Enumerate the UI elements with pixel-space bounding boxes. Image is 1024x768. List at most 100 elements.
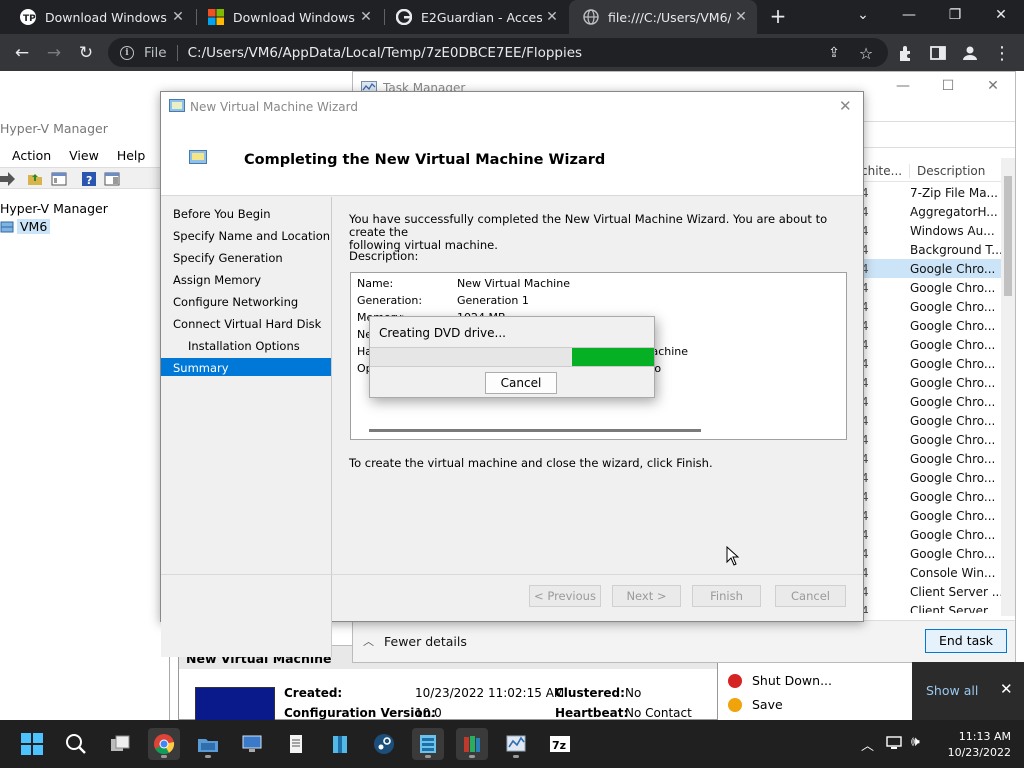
menu-view[interactable]: View bbox=[69, 148, 99, 163]
process-list-scrollbar[interactable] bbox=[1001, 158, 1015, 616]
process-row[interactable]: 4 Google Chro... bbox=[861, 259, 1001, 278]
close-tab-icon[interactable]: ✕ bbox=[731, 9, 751, 25]
start-icon[interactable] bbox=[16, 728, 48, 760]
wizard-step-specify-name-and-location[interactable]: Specify Name and Location bbox=[161, 226, 331, 244]
close-icon[interactable]: ✕ bbox=[1000, 680, 1013, 698]
close-tab-icon[interactable]: ✕ bbox=[542, 9, 562, 25]
help-icon[interactable]: ? bbox=[81, 171, 97, 187]
wizard-step-installation-options[interactable]: Installation Options bbox=[161, 336, 331, 354]
browser-tab-1[interactable]: TP Download Windows 7 I ✕ bbox=[6, 0, 194, 34]
column-description[interactable]: Description bbox=[909, 164, 985, 178]
menu-help[interactable]: Help bbox=[117, 148, 146, 163]
extensions-icon[interactable] bbox=[892, 39, 920, 67]
wizard-step-configure-networking[interactable]: Configure Networking bbox=[161, 292, 331, 310]
task-view-icon[interactable] bbox=[104, 728, 136, 760]
notepad-icon[interactable] bbox=[280, 728, 312, 760]
folder-up-icon[interactable] bbox=[27, 171, 43, 187]
console-tree-icon[interactable] bbox=[51, 171, 67, 187]
books-icon[interactable] bbox=[456, 728, 488, 760]
hyperv-icon[interactable] bbox=[412, 728, 444, 760]
process-row[interactable]: 4 Windows Au... bbox=[861, 221, 1001, 240]
close-tab-icon[interactable]: ✕ bbox=[356, 9, 376, 25]
wizard-step-before-you-begin[interactable]: Before You Begin bbox=[161, 204, 331, 222]
process-row[interactable]: 4 Client Server ... bbox=[861, 582, 1001, 601]
remote-desktop-icon[interactable] bbox=[236, 728, 268, 760]
process-row[interactable]: 4 Google Chro... bbox=[861, 430, 1001, 449]
volume-icon[interactable]: 🕪 bbox=[911, 734, 920, 750]
process-row[interactable]: 4 Google Chro... bbox=[861, 335, 1001, 354]
show-all-link[interactable]: Show all bbox=[926, 683, 978, 698]
process-row[interactable]: 4 Client Server ... bbox=[861, 601, 1001, 613]
address-bar[interactable]: i File C:/Users/VM6/AppData/Local/Temp/7… bbox=[108, 38, 888, 67]
address-url[interactable]: C:/Users/VM6/AppData/Local/Temp/7zE0DBCE… bbox=[188, 45, 583, 61]
process-row[interactable]: 4 Console Win... bbox=[861, 563, 1001, 582]
file-explorer-icon[interactable] bbox=[192, 728, 224, 760]
process-row[interactable]: 4 Background T... bbox=[861, 240, 1001, 259]
process-row[interactable]: 4 Google Chro... bbox=[861, 544, 1001, 563]
process-row[interactable]: 4 Google Chro... bbox=[861, 411, 1001, 430]
search-icon[interactable] bbox=[60, 728, 92, 760]
tree-root-hyperv[interactable]: Hyper-V Manager bbox=[0, 201, 108, 216]
archive-icon[interactable] bbox=[324, 728, 356, 760]
steam-icon[interactable] bbox=[368, 728, 400, 760]
process-row[interactable]: 4 Google Chro... bbox=[861, 506, 1001, 525]
browser-tab-3[interactable]: E2Guardian - Access D ✕ bbox=[382, 0, 568, 34]
process-row[interactable]: 4 Google Chro... bbox=[861, 392, 1001, 411]
cancel-button[interactable]: Cancel bbox=[775, 585, 846, 607]
profile-icon[interactable] bbox=[956, 39, 984, 67]
process-row[interactable]: 4 Google Chro... bbox=[861, 373, 1001, 392]
end-task-button[interactable]: End task bbox=[925, 629, 1007, 653]
clock-time[interactable]: 11:13 AM bbox=[941, 730, 1011, 743]
share-icon[interactable]: ⇪ bbox=[820, 39, 848, 67]
minimize-icon[interactable]: — bbox=[886, 0, 932, 30]
next-button[interactable]: Next > bbox=[612, 585, 681, 607]
process-row[interactable]: 4 Google Chro... bbox=[861, 468, 1001, 487]
bookmark-star-icon[interactable]: ☆ bbox=[852, 39, 880, 67]
action-shut-down[interactable]: Shut Down... bbox=[728, 673, 832, 688]
browser-tab-2[interactable]: Download Windows 8. ✕ bbox=[194, 0, 382, 34]
scrollbar-thumb[interactable] bbox=[1004, 176, 1012, 296]
wizard-step-connect-virtual-hard-disk[interactable]: Connect Virtual Hard Disk bbox=[161, 314, 331, 332]
process-row[interactable]: 4 Google Chro... bbox=[861, 297, 1001, 316]
network-icon[interactable] bbox=[886, 736, 902, 750]
process-row[interactable]: 4 AggregatorH... bbox=[861, 202, 1001, 221]
menu-action[interactable]: Action bbox=[12, 148, 51, 163]
chevron-up-icon[interactable]: ︿ bbox=[861, 735, 874, 754]
process-row[interactable]: 4 7-Zip File Ma... bbox=[861, 183, 1001, 202]
wizard-step-specify-generation[interactable]: Specify Generation bbox=[161, 248, 331, 266]
restore-icon[interactable]: ❐ bbox=[932, 0, 978, 30]
maximize-icon[interactable]: ☐ bbox=[933, 78, 963, 94]
clock-date[interactable]: 10/23/2022 bbox=[941, 746, 1011, 759]
close-icon[interactable]: ✕ bbox=[978, 78, 1008, 94]
side-panel-icon[interactable] bbox=[924, 39, 952, 67]
forward-arrow-icon[interactable]: → bbox=[40, 39, 68, 67]
tree-item-vm6[interactable]: VM6 bbox=[0, 219, 51, 234]
wizard-step-assign-memory[interactable]: Assign Memory bbox=[161, 270, 331, 288]
close-icon[interactable]: ✕ bbox=[839, 97, 852, 115]
more-menu-icon[interactable]: ⋮ bbox=[988, 39, 1016, 67]
close-tab-icon[interactable]: ✕ bbox=[168, 9, 188, 25]
finish-button[interactable]: Finish bbox=[692, 585, 761, 607]
back-arrow-icon[interactable]: ← bbox=[8, 39, 36, 67]
process-row[interactable]: 4 Google Chro... bbox=[861, 487, 1001, 506]
progress-cancel-button[interactable]: Cancel bbox=[485, 372, 557, 394]
process-row[interactable]: 4 Google Chro... bbox=[861, 525, 1001, 544]
wizard-step-summary[interactable]: Summary bbox=[161, 358, 331, 376]
process-row[interactable]: 4 Google Chro... bbox=[861, 354, 1001, 373]
new-tab-button[interactable]: + bbox=[766, 5, 790, 29]
forward-icon[interactable] bbox=[0, 171, 16, 187]
description-scrollbar[interactable] bbox=[369, 429, 701, 432]
tab-search-icon[interactable]: ⌄ bbox=[840, 0, 886, 30]
process-row[interactable]: 4 Google Chro... bbox=[861, 278, 1001, 297]
fewer-details-button[interactable]: ︿ Fewer details bbox=[363, 633, 467, 649]
browser-tab-4[interactable]: file:///C:/Users/VM6/A ✕ bbox=[569, 0, 757, 34]
minimize-icon[interactable]: — bbox=[888, 78, 918, 94]
reload-icon[interactable]: ↻ bbox=[72, 39, 100, 67]
7zip-icon[interactable]: 7z bbox=[544, 728, 576, 760]
previous-button[interactable]: < Previous bbox=[529, 585, 601, 607]
info-icon[interactable]: i bbox=[120, 45, 134, 60]
task-manager-icon[interactable] bbox=[500, 728, 532, 760]
process-row[interactable]: 4 Google Chro... bbox=[861, 316, 1001, 335]
action-save[interactable]: Save bbox=[728, 697, 783, 712]
process-row[interactable]: 4 Google Chro... bbox=[861, 449, 1001, 468]
